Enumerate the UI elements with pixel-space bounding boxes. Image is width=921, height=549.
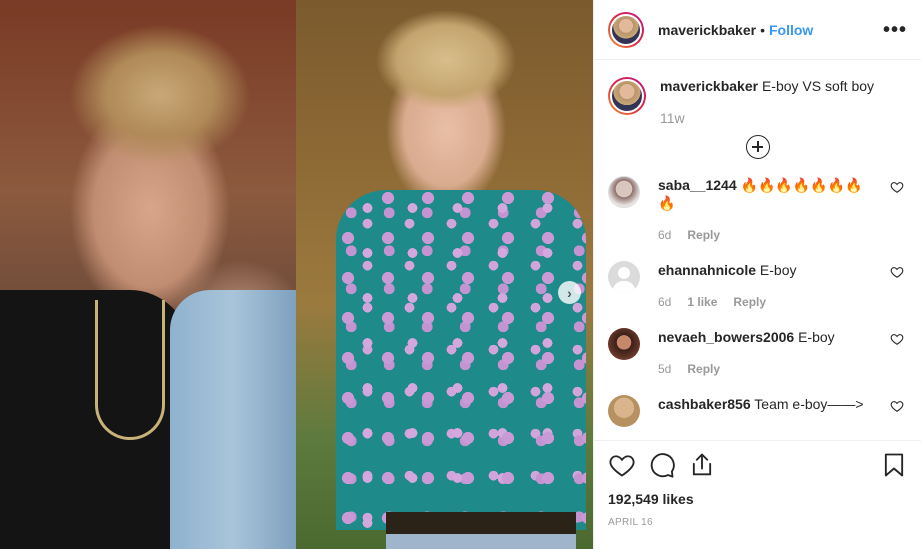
follow-button[interactable]: Follow (769, 22, 813, 38)
separator-dot: • (760, 21, 765, 38)
comment-item: ehannahnicole E-boy 6d 1 like Reply (608, 261, 908, 311)
caption-username[interactable]: maverickbaker (660, 78, 758, 94)
comment-username[interactable]: ehannahnicole (658, 262, 756, 278)
comment-time[interactable]: 6d (658, 293, 671, 311)
commenter-avatar[interactable] (608, 176, 640, 208)
caption: maverickbaker E-boy VS soft boy 11w (608, 61, 908, 127)
reply-button[interactable]: Reply (687, 360, 720, 378)
share-icon[interactable] (688, 451, 716, 479)
comments-list[interactable]: maverickbaker E-boy VS soft boy 11w saba… (594, 61, 921, 440)
comment-username[interactable]: nevaeh_bowers2006 (658, 329, 794, 345)
photo-softboy (296, 0, 593, 549)
bookmark-icon[interactable] (880, 451, 908, 479)
comment-time[interactable]: 6d (658, 226, 671, 244)
heart-icon[interactable] (890, 399, 904, 413)
comment-item: saba__1244 🔥🔥🔥🔥🔥🔥🔥🔥 6d Reply (608, 176, 908, 244)
commenter-avatar[interactable] (608, 261, 640, 293)
post-actions: 192,549 likes APRIL 16 (594, 440, 921, 549)
caption-avatar[interactable] (608, 77, 646, 115)
heart-icon[interactable] (890, 265, 904, 279)
reply-button[interactable]: Reply (733, 293, 766, 311)
reply-button[interactable]: Reply (687, 226, 720, 244)
more-options-icon[interactable]: ••• (883, 20, 907, 40)
comment-username[interactable]: cashbaker856 (658, 396, 751, 412)
heart-icon[interactable] (890, 332, 904, 346)
comment-likes[interactable]: 1 like (687, 293, 717, 311)
belt (386, 512, 576, 534)
comment-text: Team e-boy——> (754, 396, 864, 412)
denim-jacket (170, 290, 296, 549)
plus-circle-icon[interactable] (746, 135, 770, 159)
heart-icon[interactable] (890, 180, 904, 194)
comment-icon[interactable] (648, 451, 676, 479)
author-username[interactable]: maverickbaker (658, 22, 756, 38)
load-more-comments (608, 135, 908, 159)
floral-shirt (336, 190, 586, 530)
post-date[interactable]: APRIL 16 (608, 517, 908, 528)
post-media[interactable]: › (0, 0, 593, 549)
author-avatar[interactable] (608, 11, 644, 48)
comment-item: cashbaker856 Team e-boy——> (608, 395, 908, 427)
next-image-button[interactable]: › (558, 281, 581, 304)
comment-item: nevaeh_bowers2006 E-boy 5d Reply (608, 328, 908, 378)
commenter-avatar[interactable] (608, 395, 640, 427)
post-panel: maverickbaker • Follow ••• maverickbaker… (593, 0, 921, 549)
caption-text: E-boy VS soft boy (761, 78, 875, 94)
photo-eboy (0, 0, 296, 549)
comment-text: E-boy (759, 262, 797, 278)
post-header: maverickbaker • Follow ••• (594, 0, 921, 60)
comment-username[interactable]: saba__1244 (658, 177, 737, 193)
likes-count[interactable]: 192,549 likes (608, 491, 908, 507)
caption-time: 11w (660, 110, 685, 126)
commenter-avatar[interactable] (608, 328, 640, 360)
jeans (386, 534, 576, 549)
comment-time[interactable]: 5d (658, 360, 671, 378)
heart-icon[interactable] (608, 451, 636, 479)
comment-text: E-boy (798, 329, 835, 345)
chain-necklace (95, 300, 165, 440)
